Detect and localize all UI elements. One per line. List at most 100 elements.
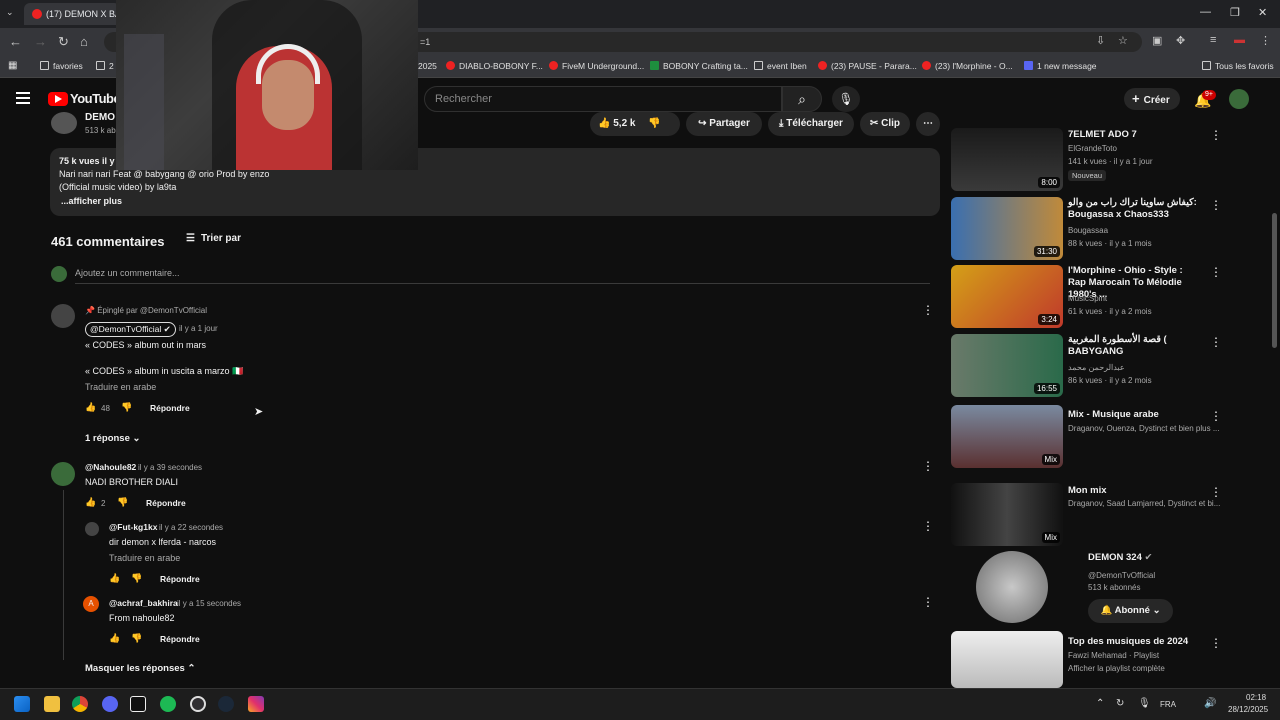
hide-replies-button[interactable]: Masquer les réponses ⌃	[85, 663, 195, 674]
clip-button[interactable]: ✂ Clip	[860, 112, 910, 136]
tray-chevron-up-icon[interactable]: ⌃	[1096, 698, 1104, 709]
bookmark-message[interactable]: 1 new message	[1024, 61, 1097, 71]
tab-list-icon[interactable]: ⌄	[6, 7, 14, 18]
playlist-channel[interactable]: Fawzi Mehamad · Playlist	[1068, 651, 1159, 660]
create-button[interactable]: + Créer	[1124, 88, 1180, 110]
speaker-icon[interactable]: 🔊	[1204, 698, 1216, 709]
voice-search-button[interactable]: 🎙	[832, 86, 860, 112]
bookmark-diablo[interactable]: DIABLO-BOBONY F...	[446, 61, 543, 71]
minimize-icon[interactable]: —	[1200, 6, 1211, 18]
subscribed-button[interactable]: 🔔 Abonné ⌄	[1088, 599, 1173, 623]
comment-avatar[interactable]	[51, 304, 75, 328]
reply-options-icon[interactable]: ⋮	[922, 519, 934, 533]
bookmark-favories[interactable]: favories	[40, 61, 83, 71]
search-input[interactable]: Rechercher	[424, 86, 782, 112]
language-indicator[interactable]: FRA	[1160, 700, 1176, 709]
toggle-replies-button[interactable]: 1 réponse ⌄	[85, 433, 141, 444]
like-reply-icon[interactable]: 👍	[109, 633, 120, 644]
mix-title[interactable]: Mix - Musique arabe	[1068, 409, 1200, 421]
bookmark-2025[interactable]: 2025	[418, 61, 437, 71]
capcut-icon[interactable]	[130, 696, 146, 712]
apps-icon[interactable]: ▦	[8, 60, 17, 71]
bookmark-pause[interactable]: (23) PAUSE - Parara...	[818, 61, 917, 71]
reply-avatar[interactable]: A	[83, 596, 99, 612]
dislike-comment-icon[interactable]: 👎	[117, 497, 128, 508]
bookmark-bobony[interactable]: BOBONY Crafting ta...	[650, 61, 748, 71]
add-comment-input[interactable]: Ajoutez un commentaire...	[75, 268, 180, 278]
file-explorer-icon[interactable]	[44, 696, 60, 712]
reply-author[interactable]: @Fut-kg1kx	[109, 522, 157, 532]
video-channel[interactable]: MusicSpirit	[1068, 294, 1107, 303]
share-button[interactable]: ↪ Partager	[686, 112, 762, 136]
video-options-icon[interactable]: ⋮	[1210, 198, 1222, 212]
clock-time[interactable]: 02:18	[1246, 693, 1266, 702]
puzzle-icon[interactable]: ✥	[1176, 34, 1185, 47]
reply-options-icon[interactable]: ⋮	[922, 595, 934, 609]
channel-avatar[interactable]	[51, 112, 77, 134]
extension-icon[interactable]: ▣	[1152, 34, 1162, 47]
star-icon[interactable]: ☆	[1118, 34, 1128, 47]
channel-card-avatar[interactable]	[976, 551, 1048, 623]
discord-icon[interactable]	[102, 696, 118, 712]
bookmark-morphine[interactable]: (23) l'Morphine - O...	[922, 61, 1013, 71]
media-icon[interactable]: ≡	[1210, 34, 1216, 46]
dislike-comment-icon[interactable]: 👎	[121, 402, 132, 413]
reply-avatar[interactable]	[85, 522, 99, 536]
dislike-reply-icon[interactable]: 👎	[131, 573, 142, 584]
clock-date[interactable]: 28/12/2025	[1228, 705, 1268, 714]
microphone-tray-icon[interactable]: 🎙	[1138, 698, 1151, 709]
video-thumbnail[interactable]: 16:55	[951, 334, 1063, 397]
mix-thumbnail[interactable]: Mix	[951, 483, 1063, 546]
video-channel[interactable]: ElGrandeToto	[1068, 144, 1117, 153]
like-reply-icon[interactable]: 👍	[109, 573, 120, 584]
video-thumbnail[interactable]: 8:00	[951, 128, 1063, 191]
dislike-reply-icon[interactable]: 👎	[131, 633, 142, 644]
like-comment-icon[interactable]: 👍	[85, 497, 96, 508]
bookmark-folder-2[interactable]: 2	[96, 61, 114, 71]
video-options-icon[interactable]: ⋮	[1210, 409, 1222, 423]
youtube-logo-icon[interactable]	[48, 92, 68, 106]
playlist-thumbnail[interactable]	[951, 631, 1063, 688]
spotify-icon[interactable]	[160, 696, 176, 712]
video-options-icon[interactable]: ⋮	[1210, 128, 1222, 142]
reply-button[interactable]: Répondre	[150, 403, 190, 413]
video-title[interactable]: 7ELMET ADO 7	[1068, 129, 1200, 141]
download-button[interactable]: ⤓ Télécharger	[768, 112, 854, 136]
mix-title[interactable]: Mon mix	[1068, 485, 1200, 497]
reply-author[interactable]: @achraf_bakhira	[109, 598, 178, 608]
back-icon[interactable]: ←	[9, 34, 22, 49]
windows-start-icon[interactable]	[14, 696, 30, 712]
obs-icon[interactable]	[190, 696, 206, 712]
comment-avatar[interactable]	[51, 462, 75, 486]
translate-link[interactable]: Traduire en arabe	[109, 553, 180, 563]
reload-icon[interactable]: ↻	[58, 34, 69, 50]
steam-icon[interactable]	[218, 696, 234, 712]
reply-button[interactable]: Répondre	[160, 634, 200, 644]
profile-icon[interactable]: ▬	[1234, 34, 1245, 46]
page-scrollbar[interactable]	[1272, 213, 1277, 348]
restore-icon[interactable]: ❐	[1230, 6, 1240, 19]
sync-icon[interactable]: ↻	[1116, 698, 1124, 709]
instagram-icon[interactable]	[248, 696, 264, 712]
like-button[interactable]: 👍 5,2 k 👎	[590, 112, 680, 136]
search-button[interactable]: ⌕	[782, 86, 822, 112]
show-more-link[interactable]: ...afficher plus	[61, 196, 122, 206]
video-channel[interactable]: عبدالرحمن محمد	[1068, 363, 1125, 372]
video-thumbnail[interactable]: 3:24	[951, 265, 1063, 328]
comment-author[interactable]: @Nahoule82	[85, 462, 136, 472]
chrome-icon[interactable]	[72, 696, 88, 712]
account-avatar[interactable]	[1229, 89, 1249, 109]
sort-button[interactable]: ☰ Trier par	[186, 233, 241, 244]
mix-thumbnail[interactable]: Mix	[951, 405, 1063, 468]
more-actions-button[interactable]: ⋯	[916, 112, 940, 136]
hamburger-menu-icon[interactable]	[16, 92, 30, 104]
close-icon[interactable]: ✕	[1258, 6, 1267, 19]
bookmark-all[interactable]: Tous les favoris	[1202, 61, 1274, 71]
install-icon[interactable]: ⇩	[1096, 34, 1105, 47]
video-title[interactable]: قصة الأسطورة المغربية ( BABYGANG	[1068, 334, 1200, 358]
comment-options-icon[interactable]: ⋮	[922, 459, 934, 473]
playlist-title[interactable]: Top des musiques de 2024	[1068, 636, 1200, 648]
youtube-logo-text[interactable]: YouTube	[70, 91, 121, 106]
channel-name[interactable]: DEMO	[85, 112, 115, 123]
home-icon[interactable]: ⌂	[80, 34, 88, 49]
